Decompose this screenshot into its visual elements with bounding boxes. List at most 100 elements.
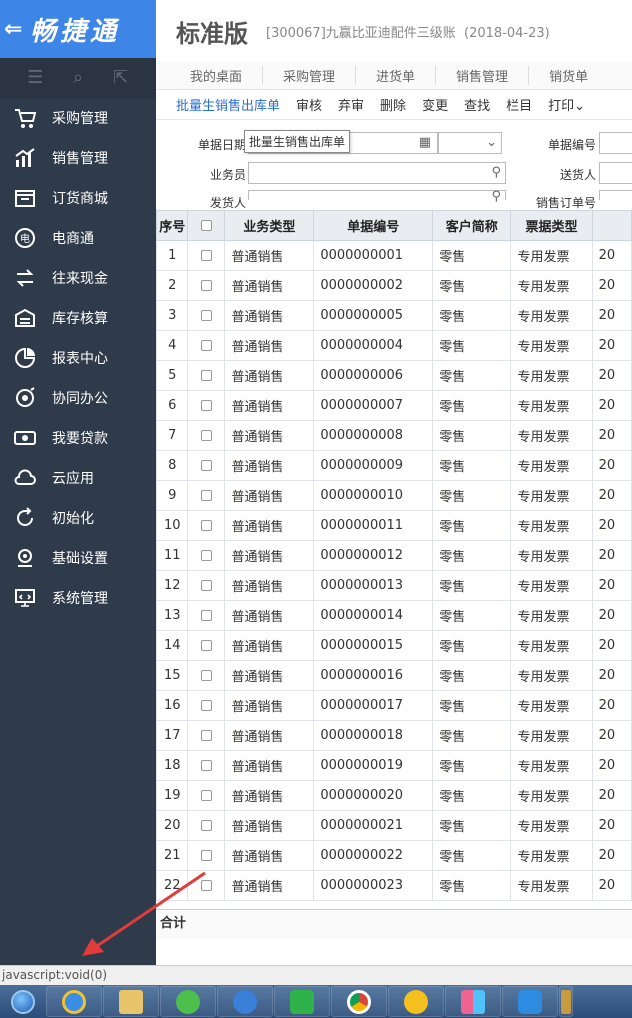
row-checkbox[interactable]: [200, 610, 212, 621]
table-row[interactable]: 21 普通销售 0000000022 零售 专用发票 20: [156, 840, 632, 871]
row-checkbox[interactable]: [200, 280, 212, 291]
taskbar-app-blue[interactable]: [217, 986, 273, 1017]
audit-button[interactable]: 审核: [296, 95, 322, 114]
tab-4[interactable]: 销货单: [529, 66, 608, 85]
table-row[interactable]: 1 普通销售 0000000001 零售 专用发票 20: [156, 240, 632, 271]
row-checkbox[interactable]: [200, 340, 212, 351]
row-select[interactable]: [187, 720, 226, 751]
row-doc-no[interactable]: 0000000008: [313, 420, 434, 451]
row-checkbox[interactable]: [200, 790, 212, 801]
sidebar-item-9[interactable]: 云应用: [0, 458, 156, 498]
row-select[interactable]: [187, 360, 226, 391]
table-row[interactable]: 3 普通销售 0000000005 零售 专用发票 20: [156, 300, 632, 331]
row-doc-no[interactable]: 0000000022: [313, 840, 434, 871]
deliverer-input[interactable]: [599, 162, 632, 184]
row-checkbox[interactable]: [200, 550, 212, 561]
taskbar-explorer[interactable]: [103, 986, 159, 1017]
sidebar-item-0[interactable]: 采购管理: [0, 98, 156, 138]
table-row[interactable]: 11 普通销售 0000000012 零售 专用发票 20: [156, 540, 632, 571]
row-doc-no[interactable]: 0000000014: [313, 600, 434, 631]
row-select[interactable]: [187, 300, 226, 331]
taskbar-chrome[interactable]: [331, 986, 387, 1017]
print-button[interactable]: 打印⌄: [548, 95, 585, 114]
row-select[interactable]: [187, 600, 226, 631]
row-doc-no[interactable]: 0000000002: [313, 270, 434, 301]
row-select[interactable]: [187, 570, 226, 601]
unaudit-button[interactable]: 弃审: [338, 95, 364, 114]
row-checkbox[interactable]: [200, 850, 212, 861]
taskbar-ie[interactable]: [46, 986, 102, 1017]
table-row[interactable]: 17 普通销售 0000000018 零售 专用发票 20: [156, 720, 632, 751]
tab-3[interactable]: 销售管理: [436, 66, 530, 85]
row-select[interactable]: [187, 780, 226, 811]
delete-button[interactable]: 删除: [380, 95, 406, 114]
row-checkbox[interactable]: [200, 370, 212, 381]
row-checkbox[interactable]: [200, 310, 212, 321]
row-select[interactable]: [187, 660, 226, 691]
col-doc-no[interactable]: 单据编号: [313, 210, 434, 241]
table-row[interactable]: 12 普通销售 0000000013 零售 专用发票 20: [156, 570, 632, 601]
table-row[interactable]: 7 普通销售 0000000008 零售 专用发票 20: [156, 420, 632, 451]
row-select[interactable]: [187, 810, 226, 841]
row-checkbox[interactable]: [200, 490, 212, 501]
search-icon[interactable]: ⚲: [491, 189, 501, 204]
row-select[interactable]: [187, 510, 226, 541]
row-checkbox[interactable]: [200, 520, 212, 531]
row-doc-no[interactable]: 0000000005: [313, 300, 434, 331]
row-checkbox[interactable]: [200, 250, 212, 261]
table-row[interactable]: 10 普通销售 0000000011 零售 专用发票 20: [156, 510, 632, 541]
col-invoice-type[interactable]: 票据类型: [510, 210, 593, 241]
row-doc-no[interactable]: 0000000016: [313, 660, 434, 691]
sidebar-item-4[interactable]: 往来现金: [0, 258, 156, 298]
col-customer[interactable]: 客户简称: [432, 210, 512, 241]
row-select[interactable]: [187, 540, 226, 571]
sidebar-item-2[interactable]: 订货商城: [0, 178, 156, 218]
table-row[interactable]: 4 普通销售 0000000004 零售 专用发票 20: [156, 330, 632, 361]
share-icon[interactable]: ⇱: [112, 69, 130, 87]
row-select[interactable]: [187, 270, 226, 301]
table-row[interactable]: 19 普通销售 0000000020 零售 专用发票 20: [156, 780, 632, 811]
row-checkbox[interactable]: [200, 670, 212, 681]
col-seq[interactable]: 序号: [156, 210, 189, 241]
table-row[interactable]: 18 普通销售 0000000019 零售 专用发票 20: [156, 750, 632, 781]
row-select[interactable]: [187, 480, 226, 511]
sidebar-item-6[interactable]: 报表中心: [0, 338, 156, 378]
row-checkbox[interactable]: [200, 400, 212, 411]
sidebar-item-7[interactable]: 协同办公: [0, 378, 156, 418]
col-biz-type[interactable]: 业务类型: [224, 210, 315, 241]
columns-button[interactable]: 栏目: [506, 95, 532, 114]
row-doc-no[interactable]: 0000000004: [313, 330, 434, 361]
row-doc-no[interactable]: 0000000006: [313, 360, 434, 391]
row-select[interactable]: [187, 450, 226, 481]
table-row[interactable]: 6 普通销售 0000000007 零售 专用发票 20: [156, 390, 632, 421]
table-row[interactable]: 14 普通销售 0000000015 零售 专用发票 20: [156, 630, 632, 661]
row-select[interactable]: [187, 750, 226, 781]
row-doc-no[interactable]: 0000000009: [313, 450, 434, 481]
row-select[interactable]: [187, 390, 226, 421]
table-row[interactable]: 15 普通销售 0000000016 零售 专用发票 20: [156, 660, 632, 691]
row-doc-no[interactable]: 0000000015: [313, 630, 434, 661]
table-row[interactable]: 16 普通销售 0000000017 零售 专用发票 20: [156, 690, 632, 721]
salesman-input[interactable]: ⚲: [248, 162, 506, 184]
back-arrow-icon[interactable]: ⇐: [4, 17, 30, 42]
row-doc-no[interactable]: 0000000010: [313, 480, 434, 511]
row-select[interactable]: [187, 840, 226, 871]
table-row[interactable]: 8 普通销售 0000000009 零售 专用发票 20: [156, 450, 632, 481]
date-range-select[interactable]: ⌄: [438, 132, 502, 154]
table-row[interactable]: 5 普通销售 0000000006 零售 专用发票 20: [156, 360, 632, 391]
row-doc-no[interactable]: 0000000017: [313, 690, 434, 721]
taskbar-app-plus[interactable]: [388, 986, 444, 1017]
tab-0[interactable]: 我的桌面: [170, 66, 264, 85]
select-all-checkbox[interactable]: [200, 220, 212, 231]
row-doc-no[interactable]: 0000000018: [313, 720, 434, 751]
row-checkbox[interactable]: [200, 460, 212, 471]
menu-icon[interactable]: ☰: [26, 69, 44, 87]
taskbar-app-green[interactable]: [160, 986, 216, 1017]
taskbar-app-partial[interactable]: [559, 986, 573, 1017]
taskbar-app-s[interactable]: [274, 986, 330, 1017]
row-checkbox[interactable]: [200, 760, 212, 771]
row-checkbox[interactable]: [200, 820, 212, 831]
sidebar-item-5[interactable]: 库存核算: [0, 298, 156, 338]
table-row[interactable]: 9 普通销售 0000000010 零售 专用发票 20: [156, 480, 632, 511]
row-checkbox[interactable]: [200, 700, 212, 711]
